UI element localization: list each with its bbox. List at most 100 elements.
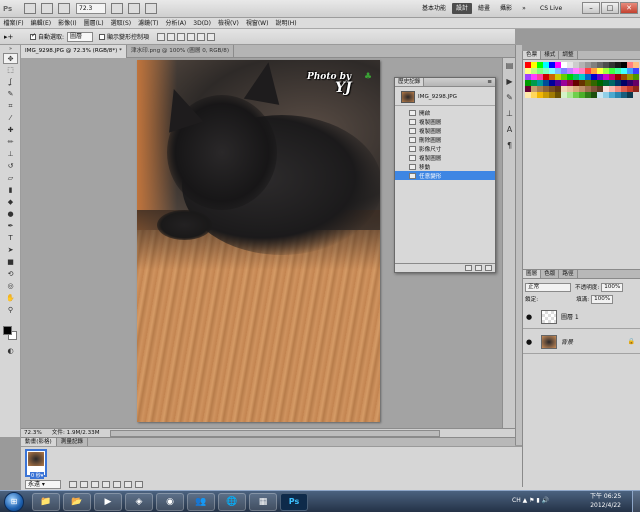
3d-orbit-tool-icon[interactable]: ◎ bbox=[3, 281, 18, 292]
color-swatch[interactable] bbox=[573, 68, 579, 74]
align-left-icon[interactable] bbox=[187, 32, 196, 41]
delete-frame-icon[interactable] bbox=[135, 481, 143, 488]
history-panel-icon[interactable]: ▤ bbox=[504, 60, 515, 71]
menu-window[interactable]: 視窗(W) bbox=[242, 18, 272, 28]
blend-mode-select[interactable]: 正常 bbox=[525, 282, 571, 292]
color-swatch[interactable] bbox=[537, 62, 543, 68]
color-swatch[interactable] bbox=[573, 62, 579, 68]
auto-select-checkbox[interactable] bbox=[30, 32, 36, 40]
move-tool-icon[interactable]: ✥ bbox=[3, 53, 18, 64]
color-swatch[interactable] bbox=[627, 80, 633, 86]
color-swatch[interactable] bbox=[585, 80, 591, 86]
quick-mask-icon[interactable]: ◐ bbox=[3, 346, 18, 357]
color-swatch[interactable] bbox=[597, 74, 603, 80]
workspace-essentials[interactable]: 基本功能 bbox=[418, 3, 450, 14]
color-swatch[interactable] bbox=[573, 92, 579, 98]
clone-source-icon[interactable]: ⊥ bbox=[504, 108, 515, 119]
color-swatch[interactable] bbox=[561, 80, 567, 86]
color-swatch[interactable] bbox=[621, 80, 627, 86]
animation-frame[interactable]: 0 秒▾ bbox=[25, 449, 47, 479]
history-item[interactable]: 複製圖層 bbox=[395, 117, 495, 126]
zoom-tool-icon[interactable]: ⚲ bbox=[3, 305, 18, 316]
horizontal-scrollbar[interactable] bbox=[109, 430, 440, 437]
next-frame-icon[interactable] bbox=[102, 481, 110, 488]
arrange-documents-icon[interactable] bbox=[128, 3, 140, 14]
tween-icon[interactable] bbox=[113, 481, 121, 488]
shape-tool-icon[interactable]: ■ bbox=[3, 257, 18, 268]
color-swatch[interactable] bbox=[543, 68, 549, 74]
color-swatch[interactable] bbox=[621, 68, 627, 74]
color-swatch[interactable] bbox=[555, 62, 561, 68]
crop-tool-icon[interactable]: ⌗ bbox=[3, 101, 18, 112]
tab-watermark[interactable]: 津水印.png @ 100% (圖層 0, RGB/8) bbox=[127, 45, 234, 58]
first-frame-icon[interactable] bbox=[69, 481, 77, 488]
paragraph-panel-icon[interactable]: ¶ bbox=[504, 140, 515, 151]
color-swatch[interactable] bbox=[621, 92, 627, 98]
color-swatch[interactable] bbox=[531, 86, 537, 92]
color-swatch[interactable] bbox=[573, 74, 579, 80]
color-swatch[interactable] bbox=[615, 86, 621, 92]
color-swatch[interactable] bbox=[585, 74, 591, 80]
color-swatch[interactable] bbox=[555, 74, 561, 80]
color-swatch[interactable] bbox=[633, 68, 639, 74]
color-swatch[interactable] bbox=[549, 86, 555, 92]
3d-rotate-tool-icon[interactable]: ⟲ bbox=[3, 269, 18, 280]
color-swatch[interactable] bbox=[549, 92, 555, 98]
taskbar-messenger-icon[interactable]: 👥 bbox=[187, 493, 215, 511]
show-desktop-button[interactable] bbox=[632, 491, 640, 512]
color-swatch[interactable] bbox=[609, 92, 615, 98]
tab-layers[interactable]: 圖層 bbox=[523, 270, 542, 278]
history-item-active[interactable]: 任意變形 bbox=[395, 171, 495, 180]
color-swatch[interactable] bbox=[621, 62, 627, 68]
color-swatch[interactable] bbox=[627, 62, 633, 68]
type-tool-icon[interactable]: T bbox=[3, 233, 18, 244]
gradient-tool-icon[interactable]: ▮ bbox=[3, 185, 18, 196]
history-item[interactable]: 複製圖層 bbox=[395, 126, 495, 135]
align-bottom-icon[interactable] bbox=[177, 32, 186, 41]
color-swatch[interactable] bbox=[567, 92, 573, 98]
screen-mode-icon[interactable] bbox=[145, 3, 157, 14]
auto-select-dropdown[interactable]: 圖層 bbox=[67, 31, 94, 42]
lasso-tool-icon[interactable]: ʆ bbox=[3, 77, 18, 88]
color-swatch[interactable] bbox=[567, 74, 573, 80]
color-swatch[interactable] bbox=[591, 74, 597, 80]
color-swatch[interactable] bbox=[537, 80, 543, 86]
color-swatch[interactable] bbox=[567, 80, 573, 86]
color-swatch[interactable] bbox=[603, 92, 609, 98]
color-swatch[interactable] bbox=[567, 86, 573, 92]
color-swatch[interactable] bbox=[525, 62, 531, 68]
color-swatch[interactable] bbox=[525, 74, 531, 80]
color-swatch[interactable] bbox=[549, 68, 555, 74]
color-swatch[interactable] bbox=[567, 62, 573, 68]
document-image[interactable]: Photo by YJ ♣ bbox=[137, 60, 380, 422]
marquee-tool-icon[interactable]: ⬚ bbox=[3, 65, 18, 76]
taskbar-chrome-icon[interactable]: ◉ bbox=[156, 493, 184, 511]
color-swatch[interactable] bbox=[603, 68, 609, 74]
pen-tool-icon[interactable]: ✒ bbox=[3, 221, 18, 232]
workspace-photography[interactable]: 攝影 bbox=[496, 3, 516, 14]
color-swatch[interactable] bbox=[591, 86, 597, 92]
taskbar-app2-icon[interactable]: ▦ bbox=[249, 493, 277, 511]
zoom-select[interactable]: 72.3 bbox=[76, 3, 106, 14]
play-icon[interactable] bbox=[91, 481, 99, 488]
color-swatch[interactable] bbox=[543, 86, 549, 92]
duplicate-frame-icon[interactable] bbox=[124, 481, 132, 488]
move-tool-preset-icon[interactable]: ▸+ bbox=[4, 31, 24, 43]
system-tray[interactable]: CH ▲ ⚑ ▮ 🔊 bbox=[512, 495, 549, 507]
layer-row[interactable]: ● 圖層 1 bbox=[523, 305, 640, 329]
color-swatch[interactable] bbox=[615, 92, 621, 98]
color-swatch[interactable] bbox=[609, 68, 615, 74]
color-swatch[interactable] bbox=[537, 86, 543, 92]
color-swatch[interactable] bbox=[633, 74, 639, 80]
color-swatch[interactable] bbox=[573, 86, 579, 92]
color-swatch[interactable] bbox=[531, 74, 537, 80]
show-transform-checkbox[interactable] bbox=[99, 33, 106, 40]
color-swatch[interactable] bbox=[561, 68, 567, 74]
color-swatch[interactable] bbox=[615, 68, 621, 74]
start-button[interactable]: ⊞ bbox=[4, 492, 24, 512]
tab-swatches[interactable]: 色票 bbox=[523, 51, 542, 59]
color-swatch[interactable] bbox=[579, 80, 585, 86]
color-swatch[interactable] bbox=[597, 68, 603, 74]
new-document-from-state-icon[interactable] bbox=[465, 265, 472, 271]
menu-filter[interactable]: 濾鏡(T) bbox=[135, 18, 162, 28]
